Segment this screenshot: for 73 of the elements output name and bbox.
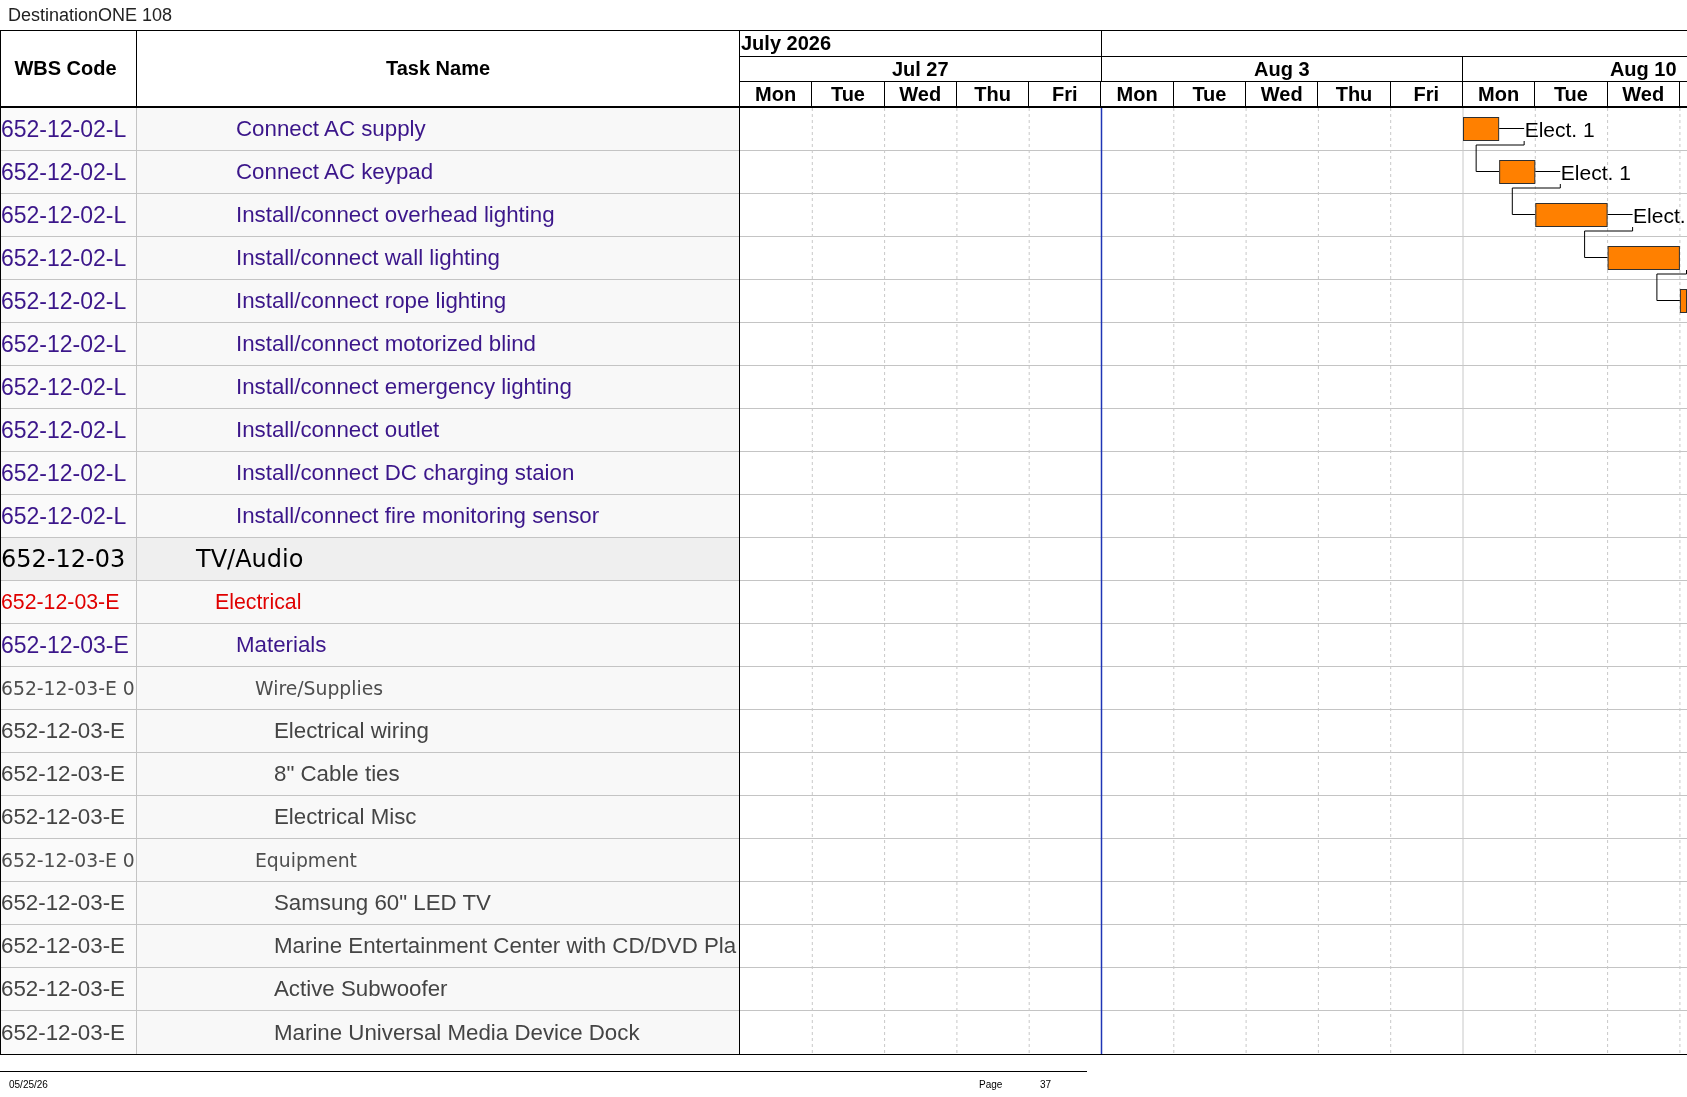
task-name-cell: 8" Cable ties: [137, 753, 739, 795]
wbs-code-cell: 652-12-03-E: [1, 882, 137, 924]
task-name-cell: Electrical Misc: [137, 796, 739, 838]
wbs-code-cell: 652-12-02-L: [1, 366, 137, 408]
task-bar: [1499, 160, 1536, 184]
task-name-cell: Install/connect rope lighting: [137, 280, 739, 322]
task-bar: [1679, 289, 1687, 313]
leader-line: [1535, 171, 1561, 172]
task-name-cell: Install/connect motorized blind: [137, 323, 739, 365]
day-header: Wed: [884, 82, 957, 107]
day-header: Fri: [1390, 82, 1463, 107]
week-header: Aug 3: [1253, 57, 1310, 81]
bar-label: Elect.: [1633, 203, 1686, 227]
wbs-code-cell: 652-12-03-E: [1, 968, 137, 1010]
day-header: Thu: [956, 82, 1030, 107]
day-header: Mon: [1462, 82, 1536, 107]
day-header: Tue: [1535, 82, 1608, 107]
day-header: Wed: [1246, 82, 1319, 107]
wbs-code-cell: 652-12-03: [1, 538, 137, 580]
wbs-code-cell: 652-12-03-E 0: [1, 667, 137, 709]
wbs-code-cell: 652-12-02-L: [1, 452, 137, 494]
task-name-cell: Active Subwoofer: [137, 968, 739, 1010]
page-number: 37: [1040, 1079, 1052, 1090]
task-name-cell: Install/connect wall lighting: [137, 237, 739, 279]
task-name-cell: Marine Entertainment Center with CD/DVD Pla: [137, 925, 739, 967]
month-header: July 2026: [740, 31, 1102, 56]
task-name-cell: Marine Universal Media Device Dock: [137, 1011, 739, 1054]
task-name-cell: Connect AC keypad: [137, 151, 739, 193]
task-name-cell: Install/connect DC charging staion: [137, 452, 739, 494]
week-header: Jul 27: [891, 57, 949, 81]
task-name-cell: Electrical wiring: [137, 710, 739, 752]
task-name-cell: Install/connect emergency lighting: [137, 366, 739, 408]
wbs-code-cell: 652-12-03-E 0: [1, 839, 137, 881]
task-name-cell: Electrical: [137, 581, 739, 623]
wbs-code-cell: 652-12-03-E: [1, 581, 137, 623]
day-header: Fri: [1029, 82, 1102, 107]
task-name-cell: Install/connect outlet: [137, 409, 739, 451]
wbs-code-cell: 652-12-02-L: [1, 495, 137, 537]
wbs-code-cell: 652-12-03-E: [1, 624, 137, 666]
wbs-code-cell: 652-12-03-E: [1, 1011, 137, 1054]
wbs-code-cell: 652-12-02-L: [1, 409, 137, 451]
wbs-code-cell: 652-12-02-L: [1, 323, 137, 365]
wbs-code-cell: 652-12-02-L: [1, 108, 137, 150]
day-header: Wed: [1607, 82, 1680, 107]
page-label: Page: [979, 1079, 1004, 1090]
task-name-cell: Wire/Supplies: [137, 667, 739, 709]
task-name-cell: Equipment: [137, 839, 739, 881]
wbs-code-cell: 652-12-02-L: [1, 280, 137, 322]
day-header: Mon: [1101, 82, 1174, 107]
week-header: Aug 10: [1609, 57, 1677, 81]
task-name-cell: Install/connect overhead lighting: [137, 194, 739, 236]
wbs-code-cell: 652-12-03-E: [1, 925, 137, 967]
day-header: Thu: [1318, 82, 1391, 107]
leader-line: [1607, 214, 1633, 215]
day-header: Tue: [812, 82, 885, 107]
day-header: Tue: [1173, 82, 1247, 107]
document-title: DestinationONE 108: [8, 4, 173, 26]
leader-line: [1499, 128, 1525, 129]
wbs-code-cell: 652-12-03-E: [1, 710, 137, 752]
bar-label: Elect. 1: [1560, 160, 1631, 184]
task-name-cell: TV/Audio: [137, 538, 739, 580]
task-name-cell: Materials: [137, 624, 739, 666]
wbs-code-cell: 652-12-02-L: [1, 237, 137, 279]
wbs-code-cell: 652-12-02-L: [1, 194, 137, 236]
day-header: Mon: [740, 82, 813, 107]
wbs-code-cell: 652-12-03-E: [1, 796, 137, 838]
wbs-code-cell: 652-12-02-L: [1, 151, 137, 193]
wbs-code-cell: 652-12-03-E: [1, 753, 137, 795]
task-name-cell: Install/connect fire monitoring sensor: [137, 495, 739, 537]
footer-date: 05/25/26: [8, 1079, 49, 1090]
bar-label: Elect. 1: [1524, 117, 1595, 141]
task-name-cell: Samsung 60" LED TV: [137, 882, 739, 924]
task-name-cell: Connect AC supply: [137, 108, 739, 150]
